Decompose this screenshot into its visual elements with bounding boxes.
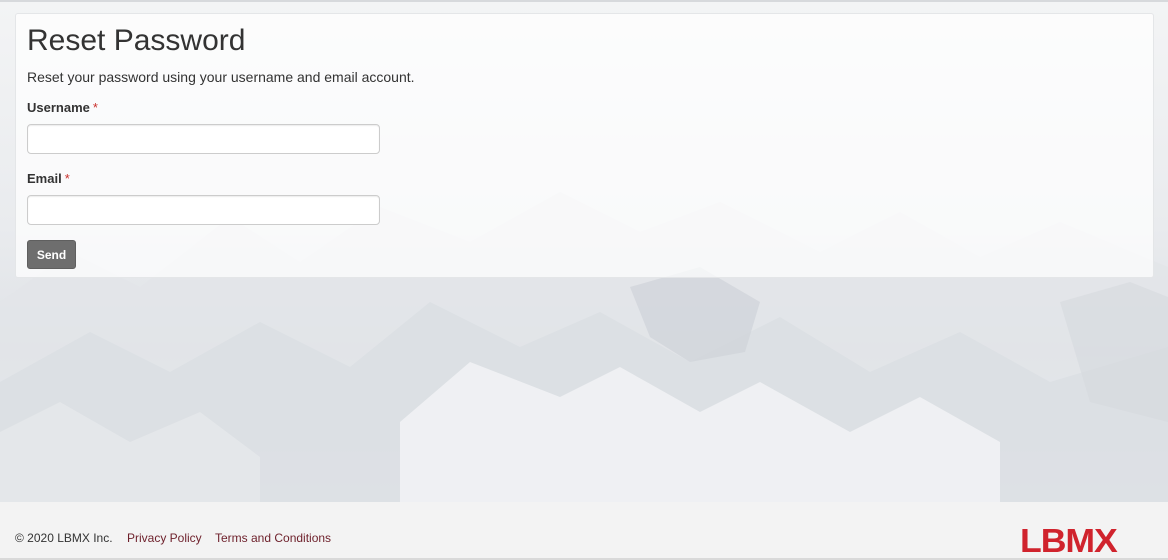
username-label: Username * (27, 100, 98, 115)
terms-and-conditions-link[interactable]: Terms and Conditions (215, 531, 331, 545)
email-label-text: Email (27, 171, 62, 186)
email-input[interactable] (27, 195, 380, 225)
page-title: Reset Password (27, 24, 246, 57)
copyright-text: © 2020 LBMX Inc. (15, 531, 113, 545)
username-label-text: Username (27, 100, 90, 115)
username-input[interactable] (27, 124, 380, 154)
required-marker: * (64, 171, 70, 186)
intro-text: Reset your password using your username … (27, 69, 415, 85)
send-button[interactable]: Send (27, 240, 76, 269)
reset-password-panel: Reset Password Reset your password using… (15, 13, 1154, 278)
lbmx-logo: LBMX (1020, 522, 1118, 559)
privacy-policy-link[interactable]: Privacy Policy (127, 531, 202, 545)
footer: © 2020 LBMX Inc. Privacy Policy Terms an… (0, 502, 1168, 560)
required-marker: * (92, 100, 98, 115)
email-label: Email * (27, 171, 70, 186)
